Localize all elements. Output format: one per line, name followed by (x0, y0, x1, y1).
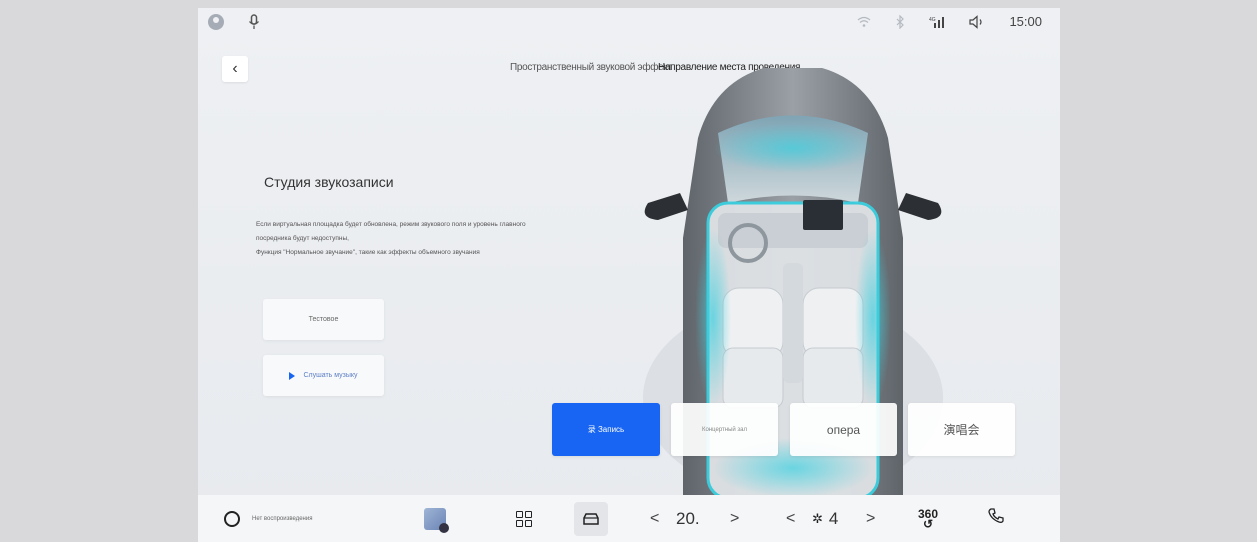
chevron-left-icon: < (786, 509, 796, 527)
studio-description: Если виртуальная площадка будет обновлен… (256, 218, 526, 260)
svg-text:4G: 4G (929, 17, 936, 23)
test-button[interactable]: Тестовое (263, 299, 384, 340)
music-widget[interactable]: Нет воспроизведения (224, 510, 313, 527)
chevron-right-icon: > (866, 509, 876, 527)
rotate-arrow-icon: ↺ (922, 516, 934, 531)
status-bar-right: 4G 15:00 (857, 14, 1042, 29)
music-cover[interactable] (424, 507, 449, 533)
mode-recording-button[interactable]: 录 Запись (552, 403, 660, 456)
studio-description-line-2: Функция "Нормальное звучание", такие как… (256, 249, 480, 256)
fan-up-button[interactable]: > (866, 510, 875, 528)
chevron-left-icon: ‹ (232, 60, 238, 77)
fan-level: 4 (828, 508, 839, 528)
car-control-button[interactable] (574, 501, 608, 536)
wifi-icon (858, 16, 871, 27)
studio-description-line-1: Если виртуальная площадка будет обновлен… (256, 221, 526, 242)
clock: 15:00 (1009, 14, 1042, 29)
phone-icon (988, 508, 1004, 529)
user-icon[interactable] (208, 14, 224, 30)
temp-down-button[interactable]: < (650, 510, 659, 528)
listen-music-button[interactable]: Слушать музыку (263, 355, 384, 396)
mode-concert-hall-button[interactable]: Концертный зал (671, 403, 778, 456)
signal-icon: 4G (929, 16, 945, 28)
infotainment-screen: 4G 15:00 ‹ Пространственный звуковой эфф… (198, 8, 1060, 542)
fan-down-button[interactable]: < (786, 510, 795, 528)
microphone-icon[interactable] (248, 14, 260, 30)
temperature-display: 20. (676, 509, 700, 529)
bottom-dock: Нет воспроизведения < 20. > < ✲ 4 > 360 … (198, 495, 1060, 542)
grid-icon (516, 510, 532, 527)
fan-display: ✲ 4 (812, 509, 838, 529)
volume-icon[interactable] (969, 14, 985, 29)
fan-icon: ✲ (812, 510, 823, 526)
temp-up-button[interactable]: > (730, 510, 739, 528)
bluetooth-icon (897, 14, 905, 29)
view-360-button[interactable]: 360 ↺ (918, 508, 938, 531)
status-bar-left (208, 14, 260, 30)
test-button-label: Тестовое (308, 316, 339, 323)
chevron-right-icon: > (730, 509, 740, 527)
chevron-left-icon: < (650, 509, 660, 527)
car-icon (574, 501, 608, 536)
music-label: Нет воспроизведения (252, 515, 313, 522)
listen-music-label: Слушать музыку (303, 372, 358, 379)
mode-opera-button[interactable]: опера (790, 403, 897, 456)
back-button[interactable]: ‹ (222, 56, 248, 82)
apps-button[interactable] (516, 510, 532, 527)
phone-button[interactable] (988, 508, 1004, 529)
car-illustration (643, 68, 943, 498)
studio-title: Студия звукозаписи (264, 174, 394, 190)
music-circle-icon (224, 510, 240, 527)
temperature-value: 20. (676, 508, 700, 528)
play-icon (289, 371, 296, 380)
album-art-icon (424, 507, 449, 533)
mode-concert-button[interactable]: 演唱会 (908, 403, 1015, 456)
